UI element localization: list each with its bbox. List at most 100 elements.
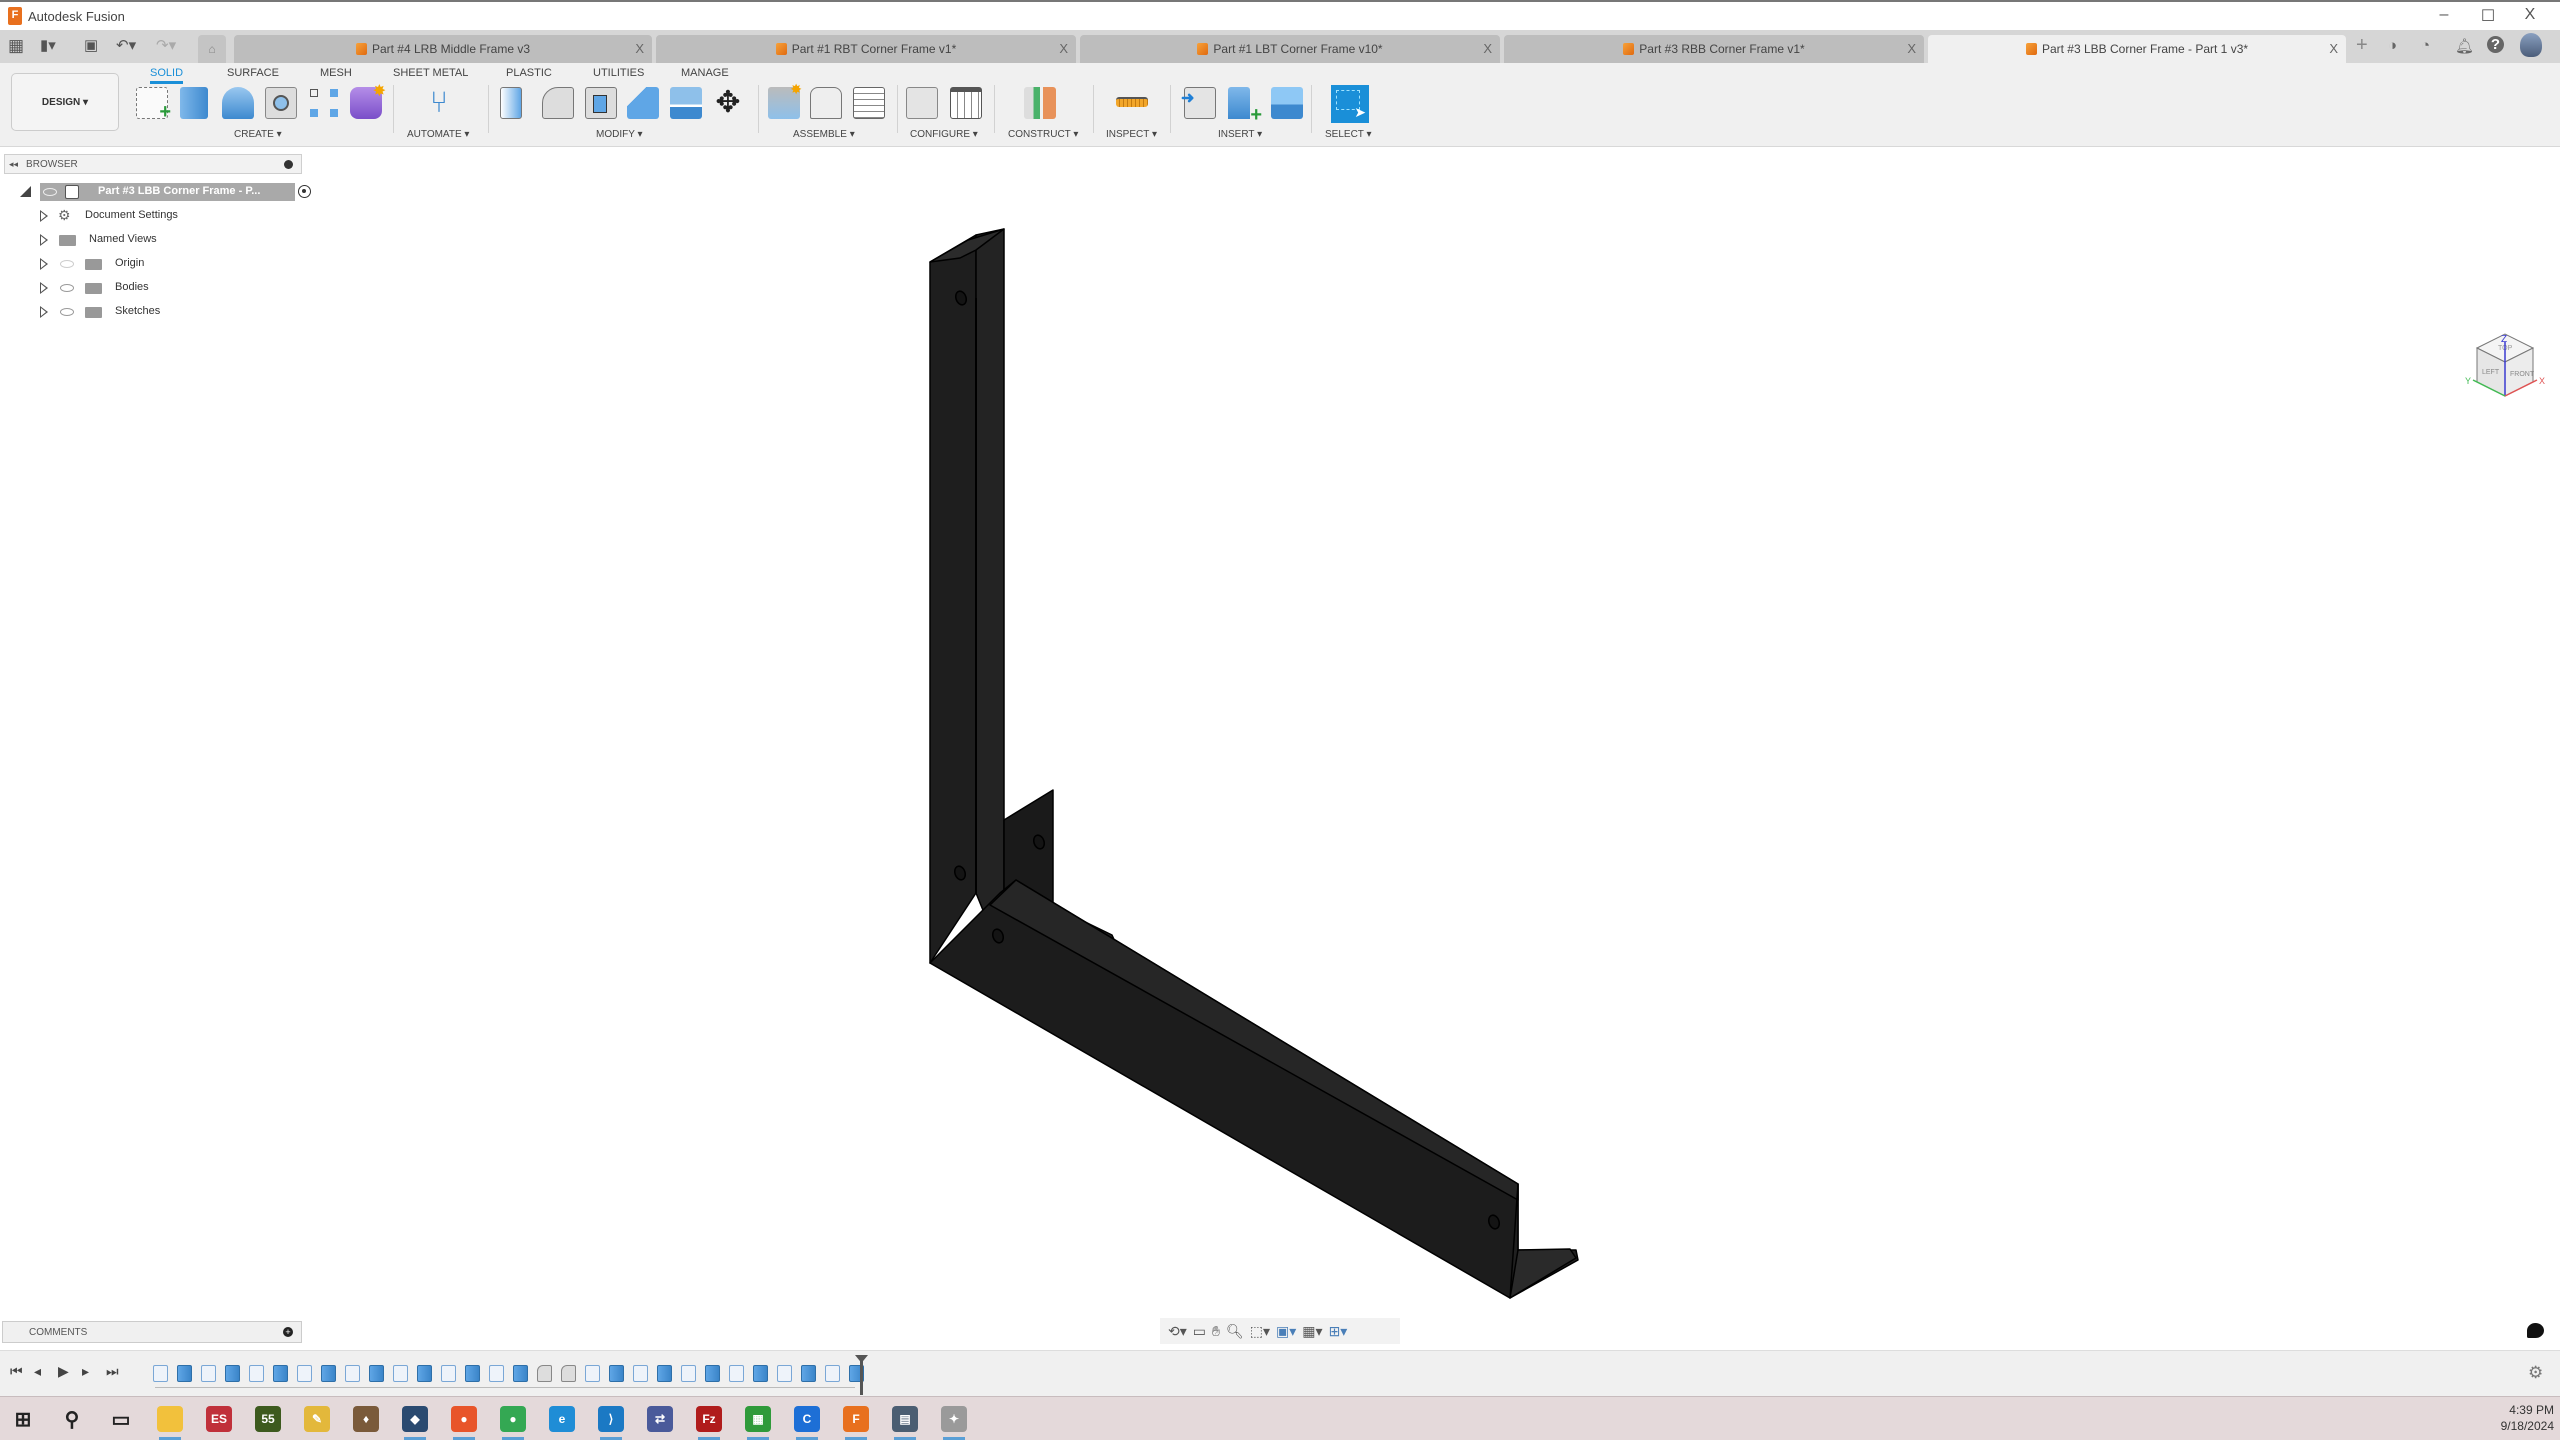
undo-icon[interactable]: ↶▾ <box>116 36 136 54</box>
redo-icon[interactable]: ↷▾ <box>156 36 176 54</box>
job-status-icon[interactable]: ◔ <box>2421 37 2430 54</box>
taskbar-task-view-icon[interactable]: ▭ <box>108 1406 134 1432</box>
inspect-group-label[interactable]: INSPECT ▾ <box>1106 129 1157 140</box>
timeline-sketch-feature[interactable] <box>777 1365 792 1382</box>
close-button[interactable]: X <box>2510 6 2550 24</box>
doc-tab-4-active[interactable]: Part #3 LBB Corner Frame - Part 1 v3* X <box>1928 35 2346 63</box>
save-icon[interactable]: ▣ <box>84 36 98 54</box>
timeline-next-button[interactable]: ▸ <box>82 1363 89 1380</box>
timeline-extrude-feature[interactable] <box>465 1365 480 1382</box>
taskbar-spreadsheet-app-icon[interactable]: ▦ <box>745 1406 771 1432</box>
doc-tab-2[interactable]: Part #1 LBT Corner Frame v10* X <box>1080 35 1500 63</box>
visibility-eye-icon[interactable] <box>43 188 57 196</box>
maximize-button[interactable]: ☐ <box>2468 6 2508 26</box>
minimize-button[interactable]: – <box>2424 6 2464 24</box>
timeline-extrude-feature[interactable] <box>369 1365 384 1382</box>
offset-face-icon[interactable] <box>670 87 702 119</box>
viewcube[interactable]: TOP LEFT FRONT X Y Z <box>2455 318 2555 408</box>
select-group-label[interactable]: SELECT ▾ <box>1325 129 1372 140</box>
visibility-eye-icon[interactable] <box>60 308 74 316</box>
corner-bracket-model[interactable] <box>929 228 1579 1299</box>
expand-arrow-icon[interactable] <box>40 282 48 294</box>
shell-icon[interactable] <box>585 87 617 119</box>
configure-icon[interactable] <box>906 87 938 119</box>
timeline-first-button[interactable]: ⏮ <box>10 1363 23 1380</box>
doc-tab-1[interactable]: Part #1 RBT Corner Frame v1* X <box>656 35 1076 63</box>
timeline-extrude-feature[interactable] <box>225 1365 240 1382</box>
timeline-last-button[interactable]: ⏭ <box>106 1363 119 1380</box>
timeline-sketch-feature[interactable] <box>441 1365 456 1382</box>
activate-radio-icon[interactable] <box>298 185 311 198</box>
revolve-icon[interactable] <box>222 87 254 119</box>
close-tab-icon[interactable]: X <box>1059 41 1068 56</box>
expand-arrow-icon[interactable] <box>40 306 48 318</box>
visibility-eye-icon[interactable] <box>60 284 74 292</box>
taskbar-pen-app-icon[interactable]: ✎ <box>304 1406 330 1432</box>
joint-icon[interactable] <box>810 87 842 119</box>
timeline-marker[interactable] <box>860 1359 863 1395</box>
browser-root-item[interactable]: Part #3 LBB Corner Frame - P... <box>20 183 311 201</box>
timeline-sketch-feature[interactable] <box>681 1365 696 1382</box>
combine-icon[interactable] <box>627 87 659 119</box>
display-settings-icon[interactable]: ▣▾ <box>1276 1323 1296 1340</box>
press-pull-icon[interactable] <box>500 87 522 119</box>
browser-panel-header[interactable]: ◂◂ BROWSER <box>4 154 302 174</box>
doc-tab-0[interactable]: Part #4 LRB Middle Frame v3 X <box>234 35 652 63</box>
ribbon-tab-solid[interactable]: SOLID <box>150 67 184 84</box>
automate-icon[interactable]: ⑂ <box>423 87 455 119</box>
taskbar-virtualbox-icon[interactable]: ◆ <box>402 1406 428 1432</box>
taskbar-filezilla-icon[interactable]: Fz <box>696 1406 722 1432</box>
browser-item-named-views[interactable]: Named Views <box>36 231 186 249</box>
taskbar-app-55-icon[interactable]: 55 <box>255 1406 281 1432</box>
zoom-icon[interactable]: 🔍︎ <box>1226 1323 1244 1340</box>
pattern-icon[interactable] <box>308 87 340 119</box>
ribbon-tab-plastic[interactable]: PLASTIC <box>506 67 552 79</box>
construct-plane-icon[interactable] <box>1024 87 1056 119</box>
new-tab-icon[interactable]: + <box>2356 34 2368 57</box>
taskbar-calculator-icon[interactable]: ▤ <box>892 1406 918 1432</box>
ribbon-tab-surface[interactable]: SURFACE <box>227 67 279 79</box>
timeline-sketch-feature[interactable] <box>825 1365 840 1382</box>
create-group-label[interactable]: CREATE ▾ <box>234 129 282 140</box>
canvas-viewport[interactable]: TOP LEFT FRONT X Y Z <box>0 148 2560 1318</box>
comments-panel[interactable]: COMMENTS + <box>2 1321 302 1343</box>
timeline-sketch-feature[interactable] <box>729 1365 744 1382</box>
browser-item-document-settings[interactable]: ⚙ Document Settings <box>36 207 186 225</box>
select-icon[interactable]: ➤ <box>1331 85 1369 123</box>
taskbar-start-icon[interactable]: ⊞ <box>10 1406 36 1432</box>
collapse-browser-icon[interactable]: ◂◂ <box>9 159 18 170</box>
taskbar-network-app-icon[interactable]: ⇄ <box>647 1406 673 1432</box>
file-menu-icon[interactable]: ▮▾ <box>40 36 56 54</box>
timeline-settings-gear-icon[interactable]: ⚙ <box>2528 1363 2543 1383</box>
timeline-sketch-feature[interactable] <box>201 1365 216 1382</box>
pan-icon[interactable]: ✋︎ <box>1212 1323 1220 1340</box>
extrude-icon[interactable] <box>180 87 208 119</box>
timeline-extrude-feature[interactable] <box>321 1365 336 1382</box>
expand-arrow-icon[interactable] <box>40 258 48 270</box>
home-tab[interactable]: ⌂ <box>198 35 226 63</box>
ribbon-tab-mesh[interactable]: MESH <box>320 67 352 79</box>
taskbar-file-explorer-icon[interactable] <box>157 1406 183 1432</box>
taskbar-fusion-icon[interactable]: F <box>843 1406 869 1432</box>
timeline-extrude-feature[interactable] <box>609 1365 624 1382</box>
timeline-play-button[interactable]: ▶ <box>58 1363 69 1380</box>
browser-item-origin[interactable]: Origin <box>36 255 186 273</box>
taskbar-edge-icon[interactable]: e <box>549 1406 575 1432</box>
assemble-group-label[interactable]: ASSEMBLE ▾ <box>793 129 855 140</box>
orbit-icon[interactable]: ⟲▾ <box>1168 1323 1187 1340</box>
workspace-switcher[interactable]: DESIGN ▾ <box>11 73 119 131</box>
fit-icon[interactable]: ⬚▾ <box>1250 1323 1270 1340</box>
ribbon-tab-sheet-metal[interactable]: SHEET METAL <box>393 67 468 79</box>
close-tab-icon[interactable]: X <box>1907 41 1916 56</box>
timeline-extrude-feature[interactable] <box>273 1365 288 1382</box>
taskbar-game-app-icon[interactable]: ♦ <box>353 1406 379 1432</box>
insert-fastener-icon[interactable]: + <box>1228 87 1262 126</box>
system-clock[interactable]: 4:39 PM 9/18/2024 <box>2501 1402 2554 1434</box>
measure-icon[interactable] <box>1116 97 1148 107</box>
timeline-sketch-feature[interactable] <box>345 1365 360 1382</box>
notifications-icon[interactable]: 🔔︎ <box>2455 37 2474 55</box>
configure-group-label[interactable]: CONFIGURE ▾ <box>910 129 978 140</box>
construct-group-label[interactable]: CONSTRUCT ▾ <box>1008 129 1078 140</box>
move-icon[interactable]: ✥ <box>712 87 744 119</box>
timeline-extrude-feature[interactable] <box>417 1365 432 1382</box>
